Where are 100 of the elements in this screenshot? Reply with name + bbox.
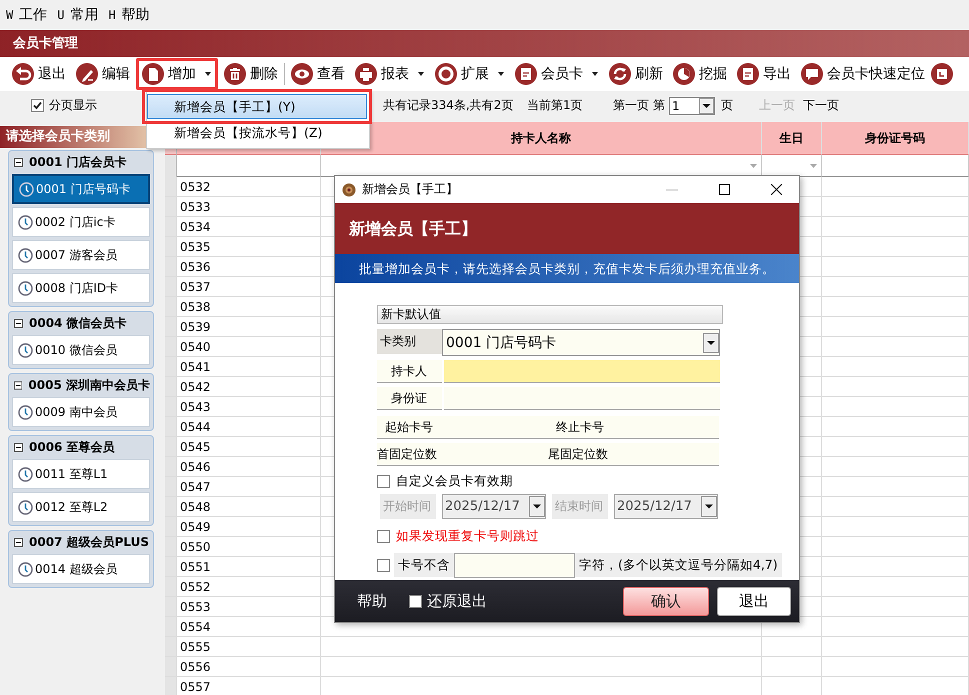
menu-item[interactable]: W 工作	[6, 6, 48, 24]
category-item[interactable]: 0002 门店ic卡	[12, 207, 150, 237]
category-item[interactable]: 0011 至尊L1	[12, 459, 150, 489]
row-header[interactable]	[165, 657, 177, 677]
minimize-icon[interactable]	[666, 188, 678, 190]
input-field[interactable]	[613, 416, 719, 439]
category-item[interactable]: 0001 门店号码卡	[12, 174, 150, 204]
row-header[interactable]	[165, 677, 177, 695]
page-select[interactable]: 1	[669, 96, 715, 114]
category-item[interactable]: 0014 超级会员	[12, 554, 150, 584]
row-header[interactable]	[165, 257, 177, 277]
row-header[interactable]	[165, 557, 177, 577]
row-header[interactable]	[165, 437, 177, 457]
input-field[interactable]	[444, 387, 720, 410]
row-header[interactable]	[165, 357, 177, 377]
filter-cell[interactable]	[822, 155, 969, 177]
toolbar-button[interactable]: 会员卡	[511, 58, 603, 90]
caret-icon	[204, 72, 212, 76]
table-cell: 0533	[177, 197, 321, 217]
card-type-select[interactable]: 0001 门店号码卡	[442, 329, 720, 356]
collapse-icon[interactable]	[14, 442, 23, 452]
table-cell: 0557	[177, 677, 321, 695]
checkbox[interactable]	[31, 99, 44, 112]
row-header[interactable]	[165, 317, 177, 337]
eye-icon	[291, 63, 313, 85]
row-header[interactable]	[165, 237, 177, 257]
row-header[interactable]	[165, 477, 177, 497]
collapse-icon[interactable]	[14, 158, 23, 166]
column-header[interactable]: 身份证号码	[822, 122, 969, 155]
menu-item[interactable]: U 常用	[57, 6, 98, 24]
checkbox[interactable]	[377, 474, 390, 488]
toolbar-button[interactable]: 报表	[351, 58, 429, 90]
collapse-icon[interactable]	[14, 380, 22, 390]
toolbar-button[interactable]: 退出	[8, 58, 70, 90]
row-header[interactable]	[165, 155, 177, 177]
toolbar-button[interactable]: 会员卡快速定位	[797, 58, 929, 90]
row-header[interactable]	[165, 417, 177, 437]
close-icon[interactable]	[770, 184, 782, 195]
table-cell: 0552	[177, 577, 321, 597]
collapse-icon[interactable]	[14, 318, 23, 328]
checkbox[interactable]	[409, 594, 422, 608]
collapse-icon[interactable]	[14, 538, 23, 546]
row-header[interactable]	[165, 617, 177, 637]
table-cell: 0540	[177, 337, 321, 357]
input-field[interactable]	[444, 360, 720, 383]
row-header[interactable]	[165, 537, 177, 557]
row-header[interactable]	[165, 337, 177, 357]
table-cell: 0541	[177, 357, 321, 377]
checkbox-label: 分页显示	[49, 97, 97, 114]
dialog-button[interactable]: 退出	[717, 586, 791, 616]
table-cell	[762, 637, 822, 657]
column-header[interactable]: 生日	[762, 122, 822, 155]
maximize-icon[interactable]	[718, 184, 730, 195]
caret-icon	[497, 72, 505, 76]
app-icon	[342, 182, 356, 196]
help-link[interactable]: 帮助	[357, 592, 387, 610]
field-label: 身份证	[377, 387, 442, 410]
row-header[interactable]	[165, 377, 177, 397]
row-header[interactable]	[165, 457, 177, 477]
row-header[interactable]	[165, 597, 177, 617]
filter-icon[interactable]	[750, 164, 757, 168]
table-cell: 0534	[177, 217, 321, 237]
group-title[interactable]: 0001 门店会员卡	[29, 154, 127, 170]
row-header[interactable]	[165, 497, 177, 517]
toolbar-button[interactable]: 导出	[733, 58, 795, 90]
category-item[interactable]: 0010 微信会员	[12, 335, 150, 365]
row-header[interactable]	[165, 297, 177, 317]
column-header[interactable]: 持卡人名称	[321, 122, 762, 155]
table-cell: 0550	[177, 537, 321, 557]
checkbox[interactable]	[377, 530, 390, 542]
row-header[interactable]	[165, 177, 177, 197]
row-header[interactable]	[165, 217, 177, 237]
first-page-link[interactable]: 第一页	[613, 97, 649, 114]
row-header[interactable]	[165, 197, 177, 217]
toolbar-button[interactable]: 扩展	[431, 58, 509, 90]
group-title[interactable]: 0006 至尊会员	[29, 438, 115, 456]
filter-icon[interactable]	[810, 164, 817, 168]
row-header[interactable]	[165, 517, 177, 537]
dialog-button[interactable]: 确认	[623, 586, 709, 616]
row-header[interactable]	[165, 277, 177, 297]
group-title[interactable]: 0005 深圳南中会员卡	[28, 376, 150, 394]
toolbar-button[interactable]: 挖掘	[669, 58, 731, 90]
category-item[interactable]: 0007 游客会员	[12, 240, 150, 270]
toolbar-button[interactable]: 编辑	[72, 58, 134, 90]
group-title[interactable]: 0004 微信会员卡	[29, 314, 127, 332]
input-field[interactable]	[454, 552, 575, 578]
row-header[interactable]	[165, 397, 177, 417]
next-page-link[interactable]: 下一页	[803, 97, 839, 114]
group-title[interactable]: 0007 超级会员PLUS	[29, 534, 149, 550]
row-header[interactable]	[165, 637, 177, 657]
category-item[interactable]: 0012 至尊L2	[12, 492, 150, 522]
category-item[interactable]: 0009 南中会员	[12, 397, 150, 427]
input-field[interactable]	[613, 443, 719, 466]
row-header[interactable]	[165, 577, 177, 597]
checkbox[interactable]	[377, 558, 390, 572]
filter-cell[interactable]	[177, 155, 321, 177]
toolbar-button[interactable]: 刷新	[605, 58, 667, 90]
filter-cell[interactable]	[321, 155, 762, 177]
menu-item[interactable]: H 帮助	[108, 6, 150, 24]
category-item[interactable]: 0008 门店ID卡	[12, 273, 150, 303]
